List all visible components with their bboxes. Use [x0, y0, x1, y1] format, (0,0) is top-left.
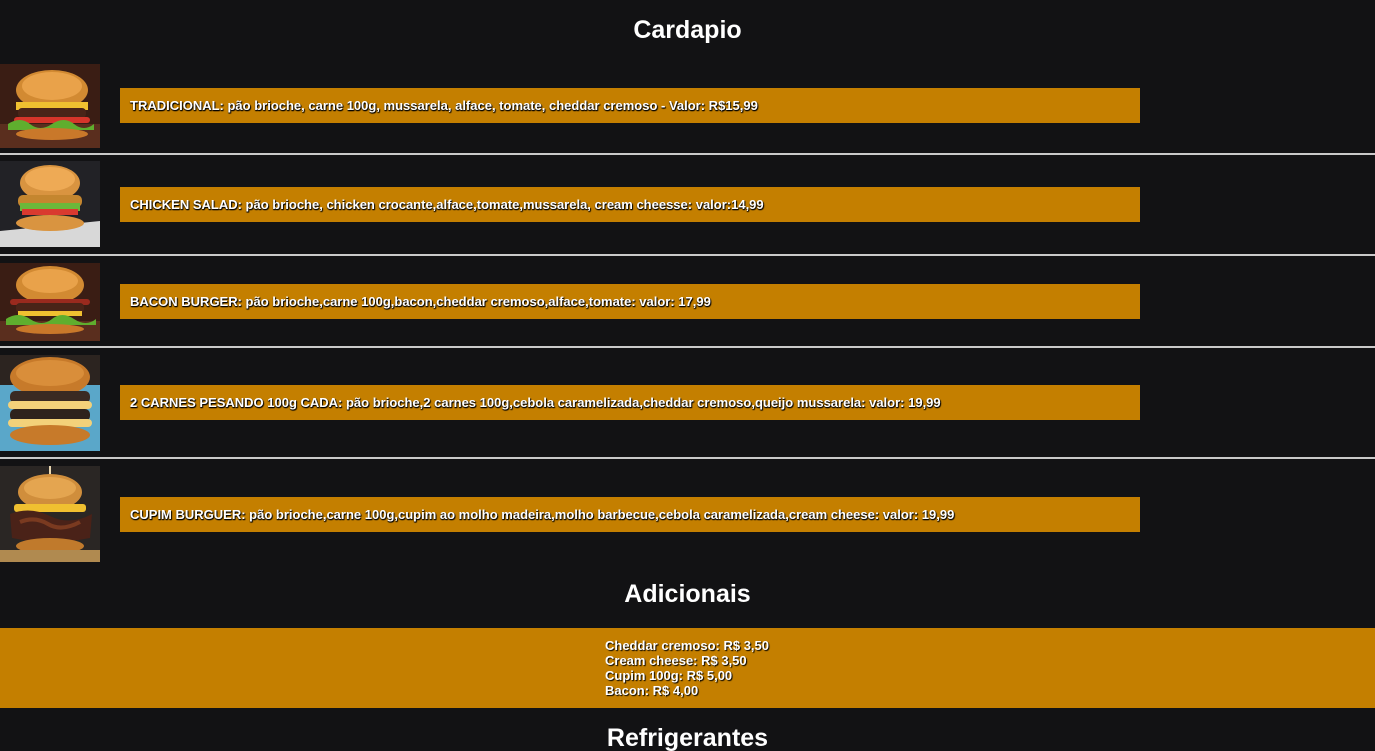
menu-item-description: BACON BURGER: pão brioche,carne 100g,bac… [120, 284, 1140, 319]
extras-item: Cheddar cremoso: R$ 3,50 [605, 638, 770, 653]
menu-item-description: CHICKEN SALAD: pão brioche, chicken croc… [120, 187, 1140, 222]
menu-item-description: CUPIM BURGUER: pão brioche,carne 100g,cu… [120, 497, 1140, 532]
menu-item-description: 2 CARNES PESANDO 100g CADA: pão brioche,… [120, 385, 1140, 420]
menu-page: Cardapio TRADICIONAL: pão brioche, carne… [0, 0, 1375, 751]
menu-item-description: TRADICIONAL: pão brioche, carne 100g, mu… [120, 88, 1140, 123]
item-divider [0, 346, 1375, 348]
extras-item: Cream cheese: R$ 3,50 [605, 653, 747, 668]
chicken-burger-photo [0, 161, 100, 247]
burger-photo [0, 64, 100, 148]
double-burger-photo [0, 355, 100, 451]
extras-panel: Cheddar cremoso: R$ 3,50 Cream cheese: R… [0, 628, 1375, 708]
item-divider [0, 153, 1375, 155]
extras-item: Cupim 100g: R$ 5,00 [605, 668, 733, 683]
menu-title: Cardapio [633, 16, 742, 44]
drinks-title: Refrigerantes [606, 724, 769, 751]
extras-item: Bacon: R$ 4,00 [605, 683, 699, 698]
item-divider [0, 457, 1375, 459]
bacon-burger-photo [0, 263, 100, 341]
extras-list: Cheddar cremoso: R$ 3,50 Cream cheese: R… [605, 638, 769, 698]
item-divider [0, 254, 1375, 256]
extras-title: Adicionais [624, 580, 751, 608]
cupim-burger-photo [0, 466, 100, 562]
